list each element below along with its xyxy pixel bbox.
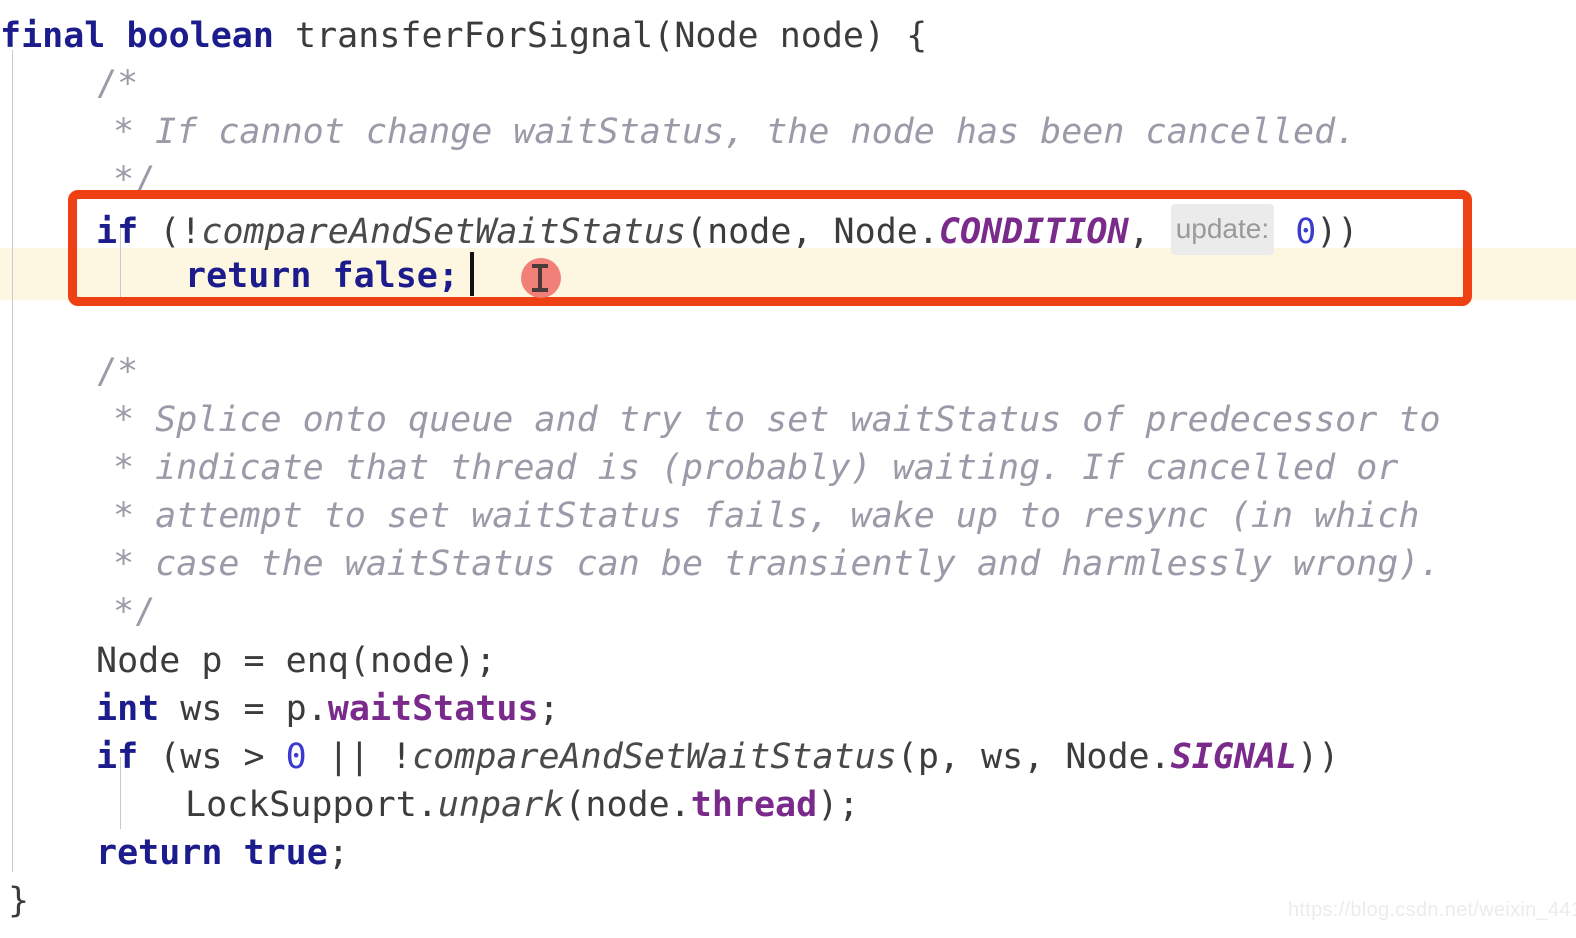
code-token-field: waitStatus — [327, 689, 539, 729]
mouse-cursor-ibeam-icon — [521, 258, 561, 298]
code-token-kw: return — [96, 833, 223, 873]
code-token-kw: if — [96, 212, 139, 252]
code-line[interactable]: if (!compareAndSetWaitStatus(node, Node.… — [0, 204, 1358, 256]
code-line[interactable]: * attempt to set waitStatus fails, wake … — [0, 492, 1419, 540]
text-caret — [470, 252, 474, 296]
code-token-plain: ; — [327, 833, 349, 873]
code-token-ident: transferForSignal — [295, 16, 654, 56]
ibeam-icon — [532, 264, 548, 292]
code-token-comment: * case the waitStatus can be transiently… — [113, 544, 1441, 584]
code-token-ident: enq — [285, 641, 349, 681]
code-editor[interactable]: final boolean transferForSignal(Node nod… — [0, 0, 1576, 938]
code-line[interactable]: return true; — [0, 829, 349, 877]
code-line[interactable]: if (ws > 0 || !compareAndSetWaitStatus(p… — [0, 733, 1339, 781]
code-token-plain: } — [8, 881, 30, 921]
code-token-kw: final — [0, 16, 106, 56]
code-line[interactable]: } — [0, 877, 29, 925]
code-token-plain: (p, ws, Node. — [896, 737, 1171, 777]
code-token-kw: return — [185, 256, 312, 296]
code-token-plain: (! — [138, 212, 202, 252]
code-token-kw: int — [96, 689, 160, 729]
code-token-plain: (ws > — [138, 737, 286, 777]
code-line[interactable]: */ — [0, 156, 155, 204]
code-line[interactable]: /* — [0, 60, 138, 108]
watermark-url: https://blog.csdn.net/weixin_44149903 — [1288, 899, 1576, 921]
code-token-plain: (Node node) { — [653, 16, 928, 56]
code-token-plain: )) — [1316, 212, 1359, 252]
code-text-area[interactable]: final boolean transferForSignal(Node nod… — [0, 0, 1576, 938]
code-token-comment-plain: /* — [96, 64, 139, 104]
code-token-plain: || ! — [306, 737, 413, 777]
code-token-plain: ; — [538, 689, 560, 729]
code-token-kw: false — [332, 256, 438, 296]
code-token-kw: boolean — [126, 16, 274, 56]
code-line[interactable]: * Splice onto queue and try to set waitS… — [0, 396, 1441, 444]
code-token-plain: (node. — [564, 785, 691, 825]
code-token-plain: ws = p. — [159, 689, 328, 729]
code-token-comment-plain: */ — [113, 592, 156, 632]
code-token-method: compareAndSetWaitStatus — [201, 212, 687, 252]
code-line[interactable]: */ — [0, 588, 155, 636]
code-token-plain: (node); — [348, 641, 497, 681]
code-token-method: compareAndSetWaitStatus — [412, 737, 897, 777]
code-token-constant: SIGNAL — [1170, 737, 1298, 777]
code-token-plain: )) — [1297, 737, 1340, 777]
code-token-plain: Node p = — [96, 641, 286, 681]
code-token-kw: if — [96, 737, 139, 777]
code-token-comment: * If cannot change waitStatus, the node … — [113, 112, 1357, 152]
code-token-kw: ; — [437, 256, 459, 296]
code-line[interactable]: Node p = enq(node); — [0, 637, 496, 685]
code-token-comment: * Splice onto queue and try to set waitS… — [113, 400, 1441, 440]
code-token-plain: (node, — [686, 212, 834, 252]
code-token-kw: true — [243, 833, 328, 873]
code-line[interactable]: final boolean transferForSignal(Node nod… — [0, 12, 927, 60]
code-token-method: unpark — [437, 785, 565, 825]
code-token-field: thread — [690, 785, 818, 825]
parameter-hint[interactable]: update: — [1170, 204, 1275, 255]
code-token-constant: CONDITION — [938, 212, 1129, 252]
code-line[interactable]: int ws = p.waitStatus; — [0, 685, 560, 733]
code-line[interactable]: * case the waitStatus can be transiently… — [0, 540, 1441, 588]
code-line[interactable]: * If cannot change waitStatus, the node … — [0, 108, 1356, 156]
code-line[interactable]: * indicate that thread is (probably) wai… — [0, 444, 1398, 492]
code-token-num: 0 — [285, 737, 307, 777]
code-token-comment-plain: */ — [113, 160, 156, 200]
code-token-plain: Node. — [833, 212, 939, 252]
code-token-plain: , — [1128, 212, 1171, 252]
code-token-plain: LockSupport. — [185, 785, 438, 825]
code-line[interactable]: LockSupport.unpark(node.thread); — [0, 781, 859, 829]
code-token-plain: ); — [817, 785, 860, 825]
code-line[interactable]: return false; — [0, 252, 459, 300]
code-token-comment: * attempt to set waitStatus fails, wake … — [113, 496, 1420, 536]
code-token-num: 0 — [1295, 212, 1317, 252]
code-line[interactable]: /* — [0, 348, 138, 396]
code-token-comment-plain: /* — [96, 352, 139, 392]
code-token-comment: * indicate that thread is (probably) wai… — [113, 448, 1399, 488]
